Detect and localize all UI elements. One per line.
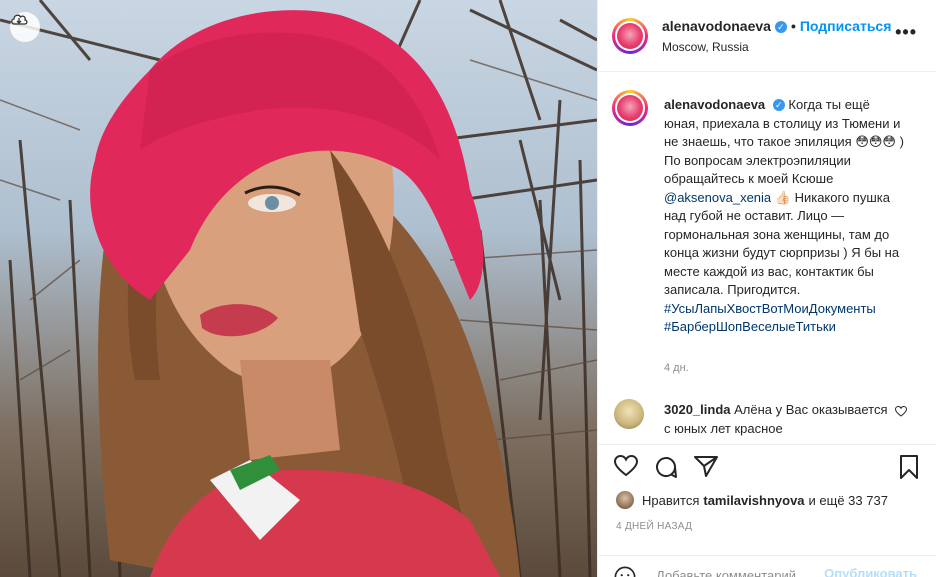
post-header: alenavodonaeva ✓ • Подписаться Moscow, Russ… <box>598 0 936 72</box>
liker-username[interactable]: tamilavishnyova <box>703 493 804 508</box>
share-send-icon[interactable] <box>694 455 718 477</box>
hashtag-link-2[interactable]: #БарберШопВеселыеТитьки <box>664 319 836 334</box>
commenter-avatar[interactable] <box>614 399 644 429</box>
cloud-download-button[interactable] <box>10 12 40 42</box>
author-username[interactable]: alenavodonaeva <box>662 18 771 34</box>
verified-badge-icon: ✓ <box>774 21 787 33</box>
comment-like-heart-icon[interactable] <box>895 406 907 417</box>
caption-timestamp: 4 дн. <box>664 362 689 374</box>
cloud-download-icon <box>11 14 28 25</box>
caption-username[interactable]: alenavodonaeva <box>664 97 765 112</box>
comments-scroll-area[interactable]: alenavodonaeva ✓ Когда ты ещё юная, прие… <box>598 72 936 444</box>
caption-text-part2: 👍🏻 Никакого пушка над губой не оставит. … <box>664 189 900 298</box>
publish-comment-button[interactable]: Опубликовать <box>824 566 917 577</box>
likes-count[interactable]: и ещё 33 737 <box>809 493 888 508</box>
post-photo[interactable] <box>0 0 597 577</box>
liker-avatar[interactable] <box>616 491 634 509</box>
more-options-icon[interactable]: ••• <box>895 22 917 43</box>
post-location[interactable]: Moscow, Russia <box>662 40 749 54</box>
likes-summary: Нравится tamilavishnyova и ещё 33 737 <box>616 491 888 509</box>
author-line: alenavodonaeva ✓ • Подписаться <box>662 18 891 34</box>
likes-prefix: Нравится <box>642 492 700 508</box>
post-caption: alenavodonaeva ✓ Когда ты ещё юная, прие… <box>664 96 908 337</box>
caption-mention-link[interactable]: @aksenova_xenia <box>664 190 771 205</box>
caption-author-avatar[interactable] <box>612 90 648 126</box>
commenter-username[interactable]: 3020_linda <box>664 402 731 417</box>
save-bookmark-icon[interactable] <box>899 455 919 479</box>
comment-item: 3020_linda Алёна у Вас оказывается с юны… <box>598 396 936 444</box>
post-photo-illustration <box>0 0 597 577</box>
comment-bubble-icon[interactable] <box>654 455 678 479</box>
add-comment-bar: Опубликовать <box>598 555 936 577</box>
author-avatar[interactable] <box>612 18 648 54</box>
emoji-smiley-icon[interactable] <box>614 566 636 577</box>
caption-verified-badge-icon: ✓ <box>772 99 785 111</box>
post-date: 4 ДНЕЙ НАЗАД <box>616 521 693 532</box>
separator-dot: • <box>790 18 796 34</box>
post-sidebar: alenavodonaeva ✓ • Подписаться Moscow, Russ… <box>597 0 936 577</box>
follow-button[interactable]: Подписаться <box>800 18 892 34</box>
like-heart-icon[interactable] <box>614 455 638 477</box>
comment-body: 3020_linda Алёна у Вас оказывается с юны… <box>664 401 889 438</box>
post-actions: Нравится tamilavishnyova и ещё 33 737 4 … <box>598 444 936 577</box>
hashtag-link-1[interactable]: #УсыЛапыХвостВотМоиДокументы <box>664 301 876 316</box>
